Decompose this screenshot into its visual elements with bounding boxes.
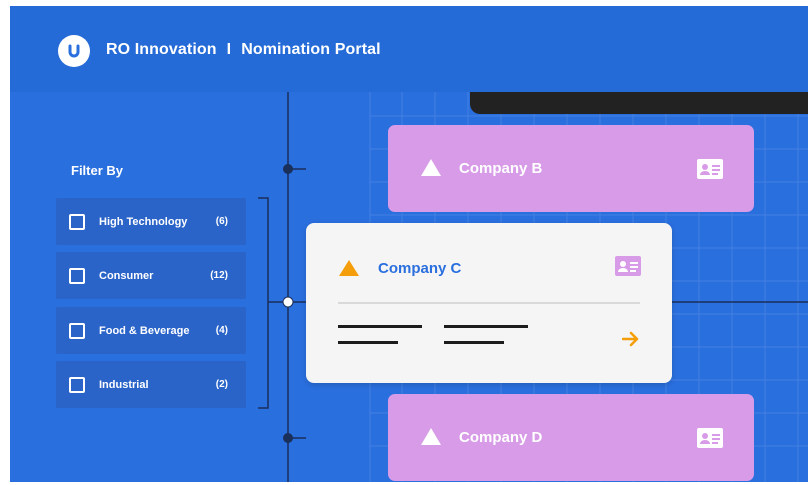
triangle-icon [339,260,359,276]
filter-label: Food & Beverage [99,324,190,337]
text-placeholder-line [338,341,398,344]
company-name: Company D [459,429,543,446]
brand-name: RO Innovation [106,41,217,58]
top-panel-edge [470,92,808,114]
filter-label: Industrial [99,378,149,391]
filter-count: (4) [215,325,228,336]
company-name: Company B [459,160,543,177]
checkbox[interactable] [69,267,85,284]
company-card-d[interactable]: Company D [388,394,754,481]
checkbox[interactable] [69,376,85,393]
filter-count: (12) [210,270,228,281]
filter-item-industrial[interactable]: Industrial (2) [56,361,246,408]
app-title: RO Innovation I Nomination Portal [106,41,381,59]
id-card-icon[interactable] [697,428,723,453]
checkbox[interactable] [69,322,85,339]
portal-name: Nomination Portal [241,41,381,58]
company-card-c[interactable]: Company C [306,223,672,383]
company-name: Company C [378,260,462,277]
filter-title: Filter By [71,163,124,178]
text-placeholder-line [338,325,422,328]
filter-count: (6) [215,216,228,227]
company-card-b[interactable]: Company B [388,125,754,212]
filter-count: (2) [215,379,228,390]
title-separator: I [226,41,232,58]
checkbox[interactable] [69,213,85,230]
triangle-icon [421,159,441,176]
filter-label: Consumer [99,269,154,282]
card-divider [338,302,640,304]
filter-item-consumer[interactable]: Consumer (12) [56,252,246,299]
u-logo-icon[interactable] [58,35,90,67]
arrow-right-icon[interactable] [621,330,640,353]
filter-label: High Technology [99,215,188,228]
app-header: RO Innovation I Nomination Portal [10,6,808,92]
id-card-icon[interactable] [697,159,723,184]
text-placeholder-line [444,325,528,328]
text-placeholder-line [444,341,504,344]
triangle-icon [421,428,441,445]
nomination-portal-screen: RO Innovation I Nomination Portal Filter B… [10,6,808,482]
filter-item-high-technology[interactable]: High Technology (6) [56,198,246,245]
filter-item-food-beverage[interactable]: Food & Beverage (4) [56,307,246,354]
id-card-icon[interactable] [615,256,641,281]
